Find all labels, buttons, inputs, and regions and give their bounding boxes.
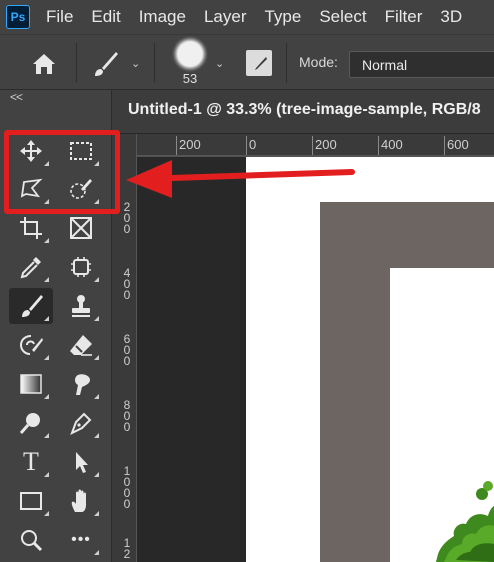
ruler-label: 800 [123, 398, 131, 434]
submenu-indicator [94, 433, 99, 438]
smudge-icon [75, 374, 90, 395]
menu-image[interactable]: Image [139, 7, 186, 27]
mode-label: Mode: [299, 54, 338, 70]
brush-size: 53 [182, 71, 198, 86]
submenu-indicator [94, 355, 99, 360]
ruler-label: 200 [123, 200, 131, 236]
submenu-indicator [94, 277, 99, 282]
eraser-tool[interactable] [59, 327, 103, 363]
clone-stamp-tool[interactable] [59, 288, 103, 324]
document-tab-bar: Untitled-1 @ 33.3% (tree-image-sample, R… [112, 90, 494, 134]
document-tab[interactable]: Untitled-1 @ 33.3% (tree-image-sample, R… [112, 90, 494, 134]
menu-bar: Ps File Edit Image Layer Type Select Fil… [0, 0, 494, 34]
crop-tool[interactable] [9, 210, 53, 246]
type-tool[interactable]: T [9, 444, 53, 480]
dodge-icon [19, 413, 40, 434]
ruler-label: 600 [447, 137, 469, 152]
submenu-indicator [44, 433, 49, 438]
submenu-indicator [44, 238, 49, 243]
ruler-label: 400 [381, 137, 403, 152]
smudge-tool[interactable] [59, 366, 103, 402]
rectangle-tool[interactable] [9, 483, 53, 519]
submenu-indicator [44, 472, 49, 477]
zoom-icon [21, 530, 43, 552]
ruler-tick [378, 136, 379, 155]
ruler-label: 400 [123, 266, 131, 302]
ruler-tick [444, 136, 445, 155]
submenu-indicator [44, 277, 49, 282]
brush-settings-icon [251, 54, 267, 72]
menu-filter[interactable]: Filter [385, 7, 423, 27]
submenu-indicator [94, 550, 99, 555]
more-icon: ••• [71, 531, 91, 548]
menu-edit[interactable]: Edit [91, 7, 120, 27]
submenu-indicator [44, 316, 49, 321]
brush-tool[interactable] [9, 288, 53, 324]
hand-icon [71, 489, 86, 512]
spot-healing-tool[interactable] [59, 249, 103, 285]
separator [154, 43, 155, 83]
main-menu: File Edit Image Layer Type Select Filter… [46, 7, 480, 27]
history-brush-icon [19, 335, 43, 355]
type-icon: T [23, 447, 39, 476]
gradient-tool[interactable] [9, 366, 53, 402]
home-icon [33, 54, 55, 74]
brush-settings-toggle[interactable] [246, 50, 272, 76]
ruler-label: 1000 [123, 464, 131, 511]
red-arrow-annotation [126, 160, 355, 198]
submenu-indicator [44, 394, 49, 399]
brush-icon [95, 52, 118, 76]
mode-select[interactable]: Normal [349, 51, 494, 78]
menu-select[interactable]: Select [319, 7, 366, 27]
pen-tool[interactable] [59, 405, 103, 441]
chevron-down-icon[interactable]: ⌄ [215, 57, 224, 70]
zoom-tool[interactable] [9, 522, 53, 558]
healing-icon [71, 257, 91, 277]
edit-toolbar-button[interactable]: ••• [59, 522, 103, 558]
ruler-label: 600 [123, 332, 131, 368]
crop-icon [20, 217, 42, 239]
home-button[interactable] [26, 51, 62, 77]
hand-tool[interactable] [59, 483, 103, 519]
history-brush-tool[interactable] [9, 327, 53, 363]
dodge-tool[interactable] [9, 405, 53, 441]
menu-3d[interactable]: 3D [440, 7, 462, 27]
menu-layer[interactable]: Layer [204, 7, 247, 27]
ruler-label: 12 [123, 536, 131, 561]
eyedropper-icon [20, 257, 41, 279]
eraser-icon [70, 335, 92, 356]
brush-preset-picker[interactable]: 53 [170, 41, 210, 89]
tool-preset-picker[interactable] [90, 49, 120, 79]
tree-image [436, 481, 494, 562]
submenu-indicator [44, 355, 49, 360]
selection-tools-highlight [4, 130, 120, 214]
frame-icon [70, 217, 92, 239]
photoshop-logo[interactable]: Ps [6, 5, 30, 29]
separator [76, 43, 77, 83]
brush-icon [22, 295, 43, 317]
frame-tool[interactable] [59, 210, 103, 246]
submenu-indicator [94, 394, 99, 399]
submenu-indicator [94, 472, 99, 477]
arrow-icon [76, 452, 88, 473]
collapse-toolbar-button[interactable]: << [10, 90, 23, 104]
pen-icon [70, 412, 92, 436]
eyedropper-tool[interactable] [9, 249, 53, 285]
stamp-icon [72, 295, 90, 317]
menu-type[interactable]: Type [264, 7, 301, 27]
options-bar: ⌄ 53 ⌄ Mode: Normal [0, 34, 494, 90]
chevron-down-icon[interactable]: ⌄ [131, 57, 140, 70]
separator [286, 43, 287, 83]
path-selection-tool[interactable] [59, 444, 103, 480]
submenu-indicator [44, 511, 49, 516]
gradient-icon [20, 374, 42, 394]
menu-file[interactable]: File [46, 7, 73, 27]
submenu-indicator [94, 511, 99, 516]
submenu-indicator [94, 316, 99, 321]
rectangle-icon [20, 492, 42, 510]
brush-tip-icon [177, 41, 203, 67]
